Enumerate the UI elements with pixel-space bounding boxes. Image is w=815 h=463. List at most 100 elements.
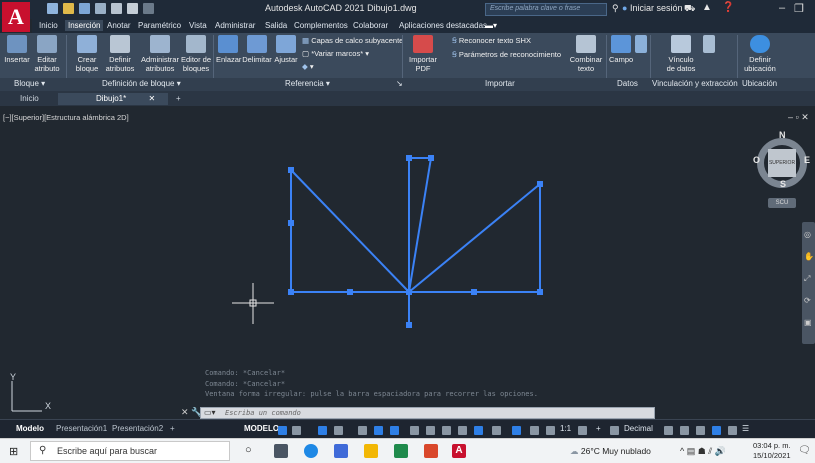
tab-aplicaciones-destacadas[interactable]: Aplicaciones destacadas: [396, 20, 490, 31]
annotation-scale[interactable]: 1:1: [560, 424, 571, 433]
taskbar-clock[interactable]: 03:04 p. m. 15/10/2021: [753, 441, 791, 461]
orbit-icon[interactable]: ⟳: [804, 296, 811, 305]
campo-button[interactable]: Campo: [609, 35, 633, 64]
cart-icon[interactable]: ⛟: [684, 3, 695, 15]
tab-vista[interactable]: Vista: [186, 20, 210, 31]
redo-icon[interactable]: [143, 3, 154, 14]
object-snap-icon[interactable]: [390, 426, 399, 435]
crear-bloque-button[interactable]: Crear bloque: [74, 35, 100, 73]
selection-cycling-icon[interactable]: [442, 426, 451, 435]
sign-in-button[interactable]: ● Iniciar sesión: [622, 3, 682, 13]
close-command-line-icon[interactable]: ✕: [181, 407, 189, 418]
new-tab-icon[interactable]: +: [170, 93, 187, 105]
definir-ubicacion-button[interactable]: Definir ubicación: [742, 35, 778, 73]
close-tab-icon[interactable]: ✕: [148, 94, 155, 103]
customize-status-icon[interactable]: ☰: [742, 424, 749, 433]
gizmo-icon[interactable]: [512, 426, 521, 435]
transparency-icon[interactable]: [426, 426, 435, 435]
pan-icon[interactable]: ✋: [804, 252, 814, 261]
hardware-acceleration-icon[interactable]: [712, 426, 721, 435]
command-input[interactable]: Escriba un comando: [225, 409, 301, 417]
isolate-objects-icon[interactable]: [696, 426, 705, 435]
tab-administrar[interactable]: Administrar: [212, 20, 258, 31]
file-explorer-icon[interactable]: [364, 444, 378, 458]
referencia-dialog-icon[interactable]: ↘: [396, 79, 403, 88]
snap-mode-icon[interactable]: [292, 426, 301, 435]
help-icon[interactable]: ❓: [722, 2, 734, 13]
taskbar-search[interactable]: ⚲ Escribe aquí para buscar: [30, 441, 230, 461]
annotation-monitor-icon[interactable]: +: [596, 424, 601, 433]
editar-atributo-button[interactable]: Editar atributo: [33, 35, 61, 73]
capas-calco-button[interactable]: ▦ Capas de calco subyacente: [302, 36, 403, 45]
search-icon[interactable]: ⚲: [612, 3, 619, 14]
units-dropdown[interactable]: Decimal: [624, 424, 653, 433]
autodesk-app-icon[interactable]: ▲: [702, 2, 712, 13]
autoscale-icon[interactable]: [546, 426, 555, 435]
print-icon[interactable]: [111, 3, 122, 14]
selection-filter-icon[interactable]: [492, 426, 501, 435]
snap-underlay-button[interactable]: ◆ ▾: [302, 62, 314, 71]
viewcube-north[interactable]: N: [779, 130, 786, 140]
steering-wheel-icon[interactable]: ◎: [804, 230, 811, 239]
tab-colaborar[interactable]: Colaborar: [350, 20, 391, 31]
quick-properties-icon[interactable]: [664, 426, 673, 435]
layout-tab-presentacion2[interactable]: Presentación2: [112, 424, 163, 433]
administrar-atributos-button[interactable]: Administrar atributos: [141, 35, 179, 73]
file-tab-dibujo1[interactable]: Dibujo1* ✕: [58, 93, 168, 105]
ajustar-button[interactable]: Ajustar: [274, 35, 298, 64]
isodraft-icon[interactable]: [358, 426, 367, 435]
tab-parametrico[interactable]: Paramétrico: [135, 20, 184, 31]
workspace-gear-icon[interactable]: [578, 426, 587, 435]
autocad-logo-icon[interactable]: A: [2, 2, 30, 32]
tab-insercion[interactable]: Inserción: [65, 20, 104, 31]
extract-data-button[interactable]: [702, 35, 716, 55]
showmotion-icon[interactable]: ▣: [804, 318, 812, 327]
file-tab-inicio[interactable]: Inicio: [14, 93, 45, 105]
powerpoint-icon[interactable]: [424, 444, 438, 458]
object-snap-tracking-icon[interactable]: [374, 426, 383, 435]
panel-referencia[interactable]: Referencia ▾: [285, 79, 330, 88]
dynamic-ucs-icon[interactable]: [474, 426, 483, 435]
save-icon[interactable]: [79, 3, 90, 14]
wcs-menu[interactable]: SCU: [768, 198, 796, 208]
importar-pdf-button[interactable]: Importar PDF: [408, 35, 438, 73]
ribbon-minimize-icon[interactable]: ▬▾: [482, 20, 500, 31]
weather-widget[interactable]: ☁ 26°C Muy nublado: [570, 446, 651, 457]
tab-salida[interactable]: Salida: [262, 20, 290, 31]
lock-ui-icon[interactable]: [680, 426, 689, 435]
parametros-reconocimiento-button[interactable]: Ꞩ Parámetros de reconocimiento: [452, 50, 561, 59]
command-line[interactable]: ▭▾ Escriba un comando: [200, 407, 655, 419]
model-space-button[interactable]: MODELO: [244, 424, 279, 433]
minimize-icon[interactable]: –: [779, 2, 785, 14]
reconocer-shx-button[interactable]: Ꞩ Reconocer texto SHX: [452, 36, 531, 45]
definir-atributos-button[interactable]: Definir atributos: [103, 35, 137, 73]
save-as-icon[interactable]: [95, 3, 106, 14]
system-tray-icons[interactable]: ^ ▤ ☗ ⫽ 🔊: [680, 446, 726, 457]
viewcube-west[interactable]: O: [753, 155, 760, 165]
open-file-icon[interactable]: [63, 3, 74, 14]
search-input[interactable]: Escribe palabra clave o frase: [485, 3, 607, 16]
panel-definicion-bloque[interactable]: Definición de bloque ▾: [102, 79, 181, 88]
insertar-button[interactable]: Insertar: [4, 35, 30, 64]
3d-osnap-icon[interactable]: [458, 426, 467, 435]
vinculo-datos-button[interactable]: Vínculo de datos: [663, 35, 699, 73]
update-fields-button[interactable]: [634, 35, 648, 55]
notification-center-icon[interactable]: 🗨: [798, 445, 811, 456]
viewcube-face[interactable]: SUPERIOR: [768, 149, 796, 177]
task-view-icon[interactable]: [274, 444, 288, 458]
zoom-extents-icon[interactable]: ⤢: [804, 274, 810, 284]
restore-icon[interactable]: ❐: [794, 2, 804, 15]
undo-icon[interactable]: [127, 3, 138, 14]
tab-anotar[interactable]: Anotar: [104, 20, 134, 31]
variar-marcos-dropdown[interactable]: ▢ *Variar marcos* ▾: [302, 49, 369, 58]
cortana-icon[interactable]: ○: [245, 444, 252, 456]
lineweight-icon[interactable]: [410, 426, 419, 435]
enlazar-button[interactable]: Enlazar: [216, 35, 241, 64]
windows-start-icon[interactable]: ⊞: [9, 445, 18, 458]
annotation-visibility-icon[interactable]: [530, 426, 539, 435]
grid-icon[interactable]: [278, 426, 287, 435]
add-layout-icon[interactable]: +: [170, 424, 175, 433]
word-icon[interactable]: [334, 444, 348, 458]
layout-tab-modelo[interactable]: Modelo: [16, 424, 44, 433]
delimitar-button[interactable]: Delimitar: [242, 35, 272, 64]
